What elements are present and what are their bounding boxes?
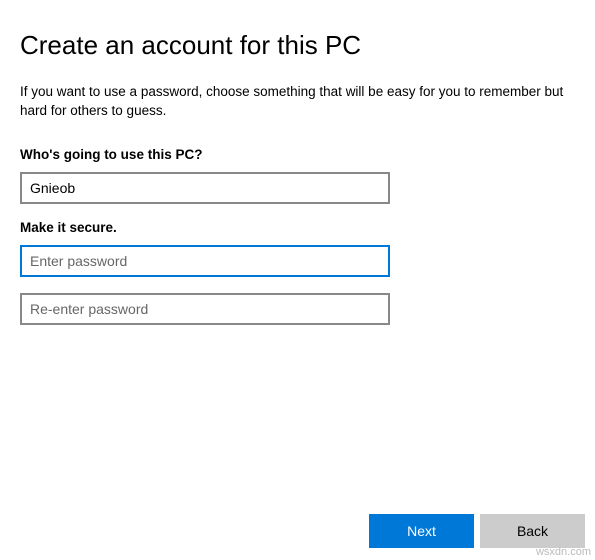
username-label: Who's going to use this PC?: [20, 147, 575, 162]
next-button[interactable]: Next: [369, 514, 474, 548]
password-input[interactable]: [20, 245, 390, 277]
username-input[interactable]: [20, 172, 390, 204]
page-description: If you want to use a password, choose so…: [20, 83, 575, 121]
account-setup-panel: Create an account for this PC If you wan…: [0, 0, 595, 325]
footer-buttons: Next Back: [369, 514, 585, 548]
page-title: Create an account for this PC: [20, 30, 575, 61]
confirm-password-input[interactable]: [20, 293, 390, 325]
back-button[interactable]: Back: [480, 514, 585, 548]
password-section-label: Make it secure.: [20, 220, 575, 235]
